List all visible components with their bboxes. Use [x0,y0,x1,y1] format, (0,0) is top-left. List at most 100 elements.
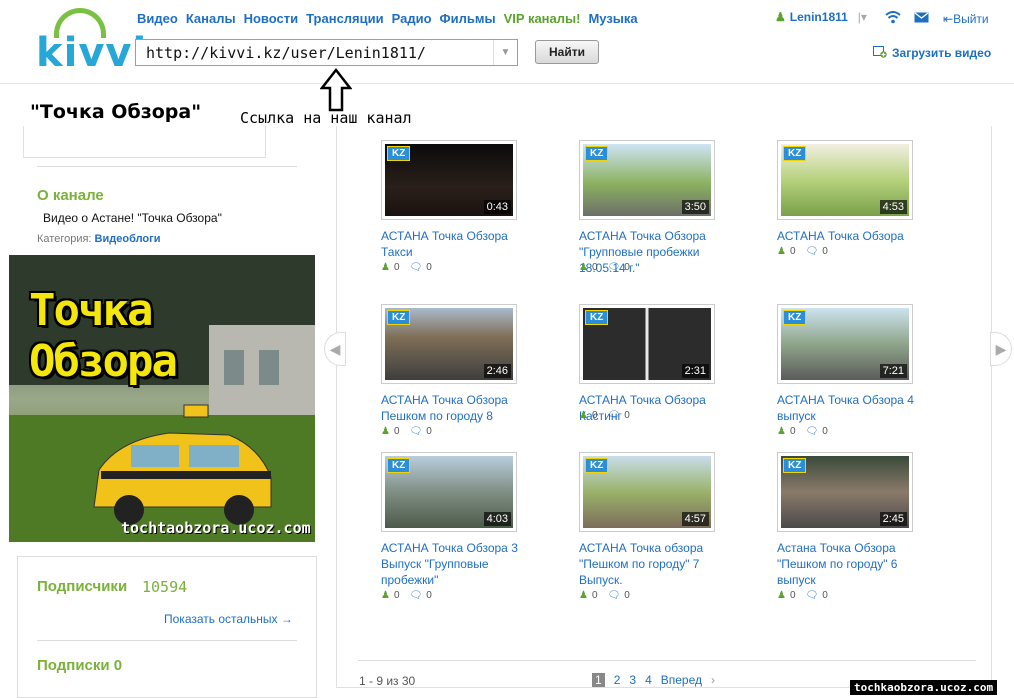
viewers-icon: ♟ [381,426,390,437]
views-count: 0 [789,246,796,257]
video-thumbnail-image: KZ 2:46 [385,308,513,380]
exit-link[interactable]: ⇤Выйти [943,12,989,26]
video-thumbnail-image: KZ 4:57 [583,456,711,528]
kz-badge: KZ [783,458,807,473]
video-duration: 3:50 [681,200,709,214]
video-card[interactable]: KZ 0:43 АСТАНА Точка Обзора Такси ♟ 0 🗨 0 [381,140,561,310]
video-thumbnail[interactable]: KZ 4:03 [381,452,517,532]
video-title-link[interactable]: АСТАНА Точка Обзора Такси [381,228,531,260]
viewers-icon: ♟ [579,410,588,421]
video-stats: ♟ 0 🗨 0 [579,410,630,421]
page-2[interactable]: 2 [614,673,621,687]
video-title-link[interactable]: АСТАНА Точка Обзора 4 выпуск [777,392,927,424]
video-title-link[interactable]: АСТАНА Точка Обзора 3 Выпуск "Групповые … [381,540,531,588]
divider [37,640,297,641]
views-count: 0 [393,590,400,601]
comment-icon: 🗨 [409,426,423,437]
comments-count: 0 [624,410,630,421]
video-duration: 4:53 [879,200,907,214]
video-thumbnail[interactable]: KZ 2:46 [381,304,517,384]
viewers-icon: ♟ [579,262,588,273]
mail-icon[interactable] [914,11,929,26]
kivvi-logo[interactable]: kivvi [36,8,146,76]
video-card[interactable]: KZ 2:46 АСТАНА Точка Обзора Пешком по горо… [381,304,561,474]
comment-icon: 🗨 [805,246,819,257]
video-card[interactable]: KZ 4:03 АСТАНА Точка Обзора 3 Выпуск "Груп… [381,452,561,622]
video-card[interactable]: KZ 7:21 АСТАНА Точка Обзора 4 выпуск ♟ 0 🗨 0 [777,304,957,474]
video-duration: 2:46 [483,364,511,378]
nav-music[interactable]: Музыка [588,11,637,26]
video-thumbnail[interactable]: KZ 2:45 [777,452,913,532]
video-card[interactable]: KZ 4:57 АСТАНА Точка обзора "Пешком по гор… [579,452,759,622]
video-thumbnail-image: KZ 2:31 [583,308,711,380]
search-dropdown-chevron-icon[interactable]: ▼ [493,40,517,65]
subscriptions-label: Подписки 0 [37,657,123,674]
video-card[interactable]: KZ 2:45 Астана Точка Обзора "Пешком по гор… [777,452,957,622]
video-thumbnail[interactable]: KZ 2:31 [579,304,715,384]
divider [37,166,297,167]
username: Lenin1811 [789,10,848,24]
wifi-icon[interactable] [885,11,901,27]
carousel-next-button[interactable]: ▶ [990,332,1012,366]
comments-count: 0 [426,590,432,601]
annotation-note: Ссылка на наш канал [240,109,412,127]
video-thumbnail[interactable]: KZ 7:21 [777,304,913,384]
carousel-prev-button[interactable]: ◀ [324,332,346,366]
video-title-link[interactable]: АСТАНА Точка обзора "Пешком по городу" 7… [579,540,729,588]
comments-count: 0 [822,246,828,257]
video-title-link[interactable]: Астана Точка Обзора "Пешком по городу" 6… [777,540,927,588]
banner-title: Точка Обзора [29,285,178,387]
nav-radio[interactable]: Радио [392,11,432,26]
nav-broadcasts[interactable]: Трансляции [306,11,384,26]
viewers-icon: ♟ [579,590,588,601]
comment-icon: 🗨 [409,590,423,601]
kz-badge: KZ [387,458,411,473]
category: Категория: Видеоблоги [37,233,161,245]
upload-icon [873,44,887,61]
video-thumbnail[interactable]: KZ 4:53 [777,140,913,220]
search-input-value: http://kivvi.kz/user/Lenin1811/ [146,44,426,62]
viewers-icon: ♟ [777,426,786,437]
video-stats: ♟ 0 🗨 0 [381,262,432,273]
nav-news[interactable]: Новости [244,11,299,26]
video-duration: 0:43 [483,200,511,214]
video-card[interactable]: KZ 4:53 АСТАНА Точка Обзора ♟ 0 🗨 0 [777,140,957,310]
video-duration: 4:57 [681,512,709,526]
category-link[interactable]: Видеоблоги [95,233,161,245]
up-arrow-icon [319,67,353,115]
comment-icon: 🗨 [805,426,819,437]
video-thumbnail-image: KZ 4:53 [781,144,909,216]
banner-url: tochtaobzora.ucoz.com [121,519,311,537]
search-input[interactable]: http://kivvi.kz/user/Lenin1811/ ▼ [135,39,518,66]
page-1[interactable]: 1 [592,673,605,687]
video-duration: 2:45 [879,512,907,526]
upload-video-link[interactable]: Загрузить видео [873,44,991,61]
nav-video[interactable]: Видео [137,11,178,26]
watermark: tochkaobzora.ucoz.com [850,680,998,695]
video-title-link[interactable]: АСТАНА Точка Обзора [777,228,927,244]
nav-vip-channels[interactable]: VIP каналы! [504,11,581,26]
video-thumbnail[interactable]: KZ 4:57 [579,452,715,532]
video-card[interactable]: KZ 2:31 АСТАНА Точка Обзора Кастинг ♟ 0 🗨 0 [579,304,759,474]
pagination-range: 1 - 9 из 30 [359,674,416,688]
video-card[interactable]: KZ 3:50 АСТАНА Точка Обзора "Групповые про… [579,140,759,310]
sidebar-top-panel [23,126,266,158]
kz-badge: KZ [585,146,609,161]
show-more-link[interactable]: Показать остальных → [164,612,293,626]
video-title-link[interactable]: АСТАНА Точка Обзора Пешком по городу 8 [381,392,531,424]
video-thumbnail[interactable]: KZ 0:43 [381,140,517,220]
video-thumbnail[interactable]: KZ 3:50 [579,140,715,220]
video-thumbnail-image: KZ 0:43 [385,144,513,216]
divider [358,660,976,661]
find-button[interactable]: Найти [535,40,599,64]
views-count: 0 [789,426,796,437]
site-header: kivvi Видео Каналы Новости Трансляции Ра… [0,0,1014,84]
user-menu[interactable]: ♟ Lenin1811 |▾ [775,10,867,24]
next-page-link[interactable]: Вперед [661,673,702,687]
nav-channels[interactable]: Каналы [186,11,236,26]
next-caret-icon: › [711,673,716,687]
comments-count: 0 [426,426,432,437]
page-4[interactable]: 4 [645,673,652,687]
page-3[interactable]: 3 [629,673,636,687]
nav-films[interactable]: Фильмы [440,11,496,26]
